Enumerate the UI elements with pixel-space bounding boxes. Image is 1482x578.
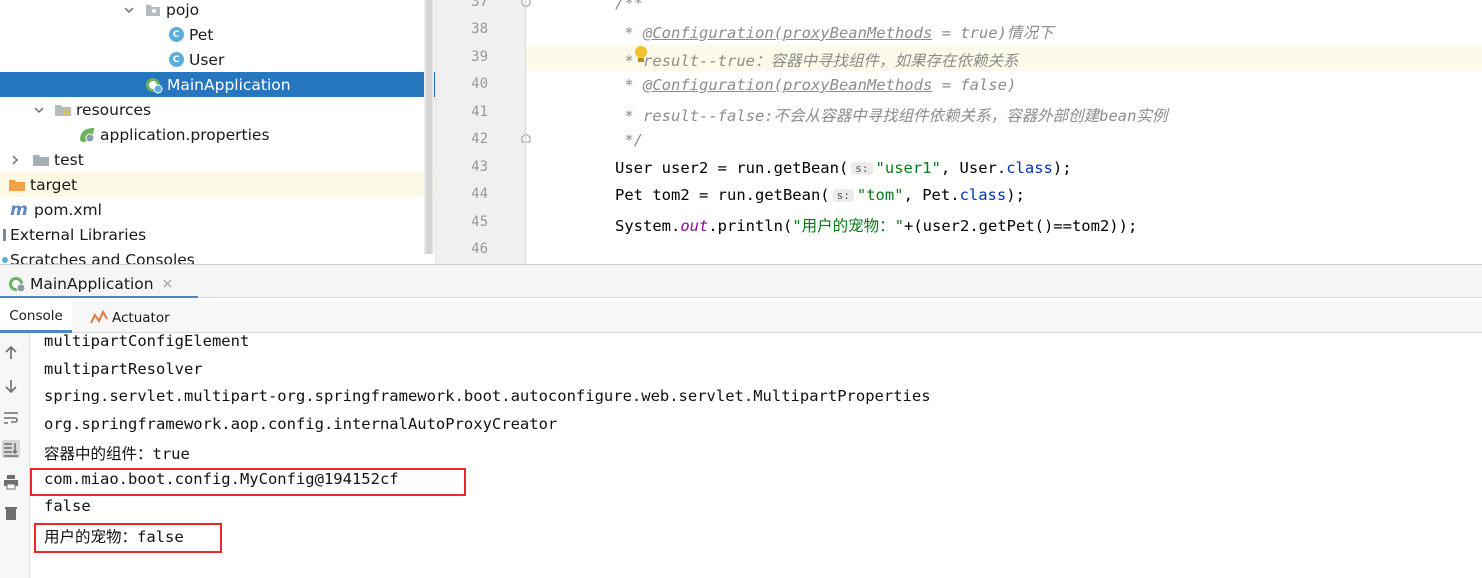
code-line: User user2 = run.getBean(s: "user1", User… bbox=[615, 159, 1072, 177]
tree-item-application-properties[interactable]: application.properties bbox=[0, 122, 435, 147]
run-tab-bar: MainApplication × bbox=[0, 265, 1482, 298]
folder-icon bbox=[32, 151, 50, 169]
line-number: 39 bbox=[471, 49, 488, 65]
console-output[interactable]: multipartConfigElement multipartResolver… bbox=[30, 332, 1482, 578]
package-icon bbox=[144, 1, 162, 19]
tree-item-label: pom.xml bbox=[34, 200, 102, 219]
console-line: multipartResolver bbox=[44, 360, 203, 378]
code-line: * result--false:不会从容器中寻找组件依赖关系，容器外部创建bea… bbox=[615, 107, 1168, 125]
tree-item-pet[interactable]: C Pet bbox=[0, 22, 435, 47]
libraries-icon bbox=[2, 226, 10, 244]
code-line: * result--true：容器中寻找组件，如果存在依赖关系 bbox=[615, 52, 1019, 70]
console-toolbar bbox=[0, 333, 30, 578]
console-line: org.springframework.aop.config.internalA… bbox=[44, 415, 558, 433]
actuator-icon bbox=[90, 309, 108, 327]
tree-item-pom-xml[interactable]: m pom.xml bbox=[0, 197, 435, 222]
tree-item-label: application.properties bbox=[100, 125, 270, 144]
annotation-box bbox=[30, 468, 466, 496]
print-icon[interactable] bbox=[2, 473, 20, 491]
tree-item-pojo[interactable]: pojo bbox=[0, 0, 435, 22]
annotation-box bbox=[34, 523, 222, 553]
maven-icon: m bbox=[10, 199, 28, 220]
tree-item-mainapplication[interactable]: MainApplication bbox=[0, 72, 435, 97]
line-number: 41 bbox=[471, 104, 488, 120]
class-icon: C bbox=[167, 51, 185, 69]
tree-item-label: Pet bbox=[189, 25, 214, 44]
line-number: 43 bbox=[471, 159, 488, 175]
code-line: * @Configuration(proxyBeanMethods = fals… bbox=[615, 76, 1017, 94]
tree-item-label: test bbox=[54, 150, 84, 169]
scroll-down-icon[interactable] bbox=[2, 377, 20, 395]
chevron-down-icon[interactable] bbox=[122, 3, 136, 17]
tab-console[interactable]: Console bbox=[0, 302, 72, 333]
trash-icon[interactable] bbox=[2, 504, 20, 522]
run-tab-mainapplication[interactable]: MainApplication × bbox=[8, 269, 173, 298]
line-number: 42 bbox=[471, 131, 488, 147]
tree-item-label: User bbox=[189, 50, 225, 69]
console-line: false bbox=[44, 497, 91, 515]
code-line: * @Configuration(proxyBeanMethods = true… bbox=[615, 24, 1054, 42]
console-subtab-bar: Console Actuator bbox=[0, 302, 1482, 333]
tab-actuator[interactable]: Actuator bbox=[90, 302, 170, 333]
soft-wrap-icon[interactable] bbox=[2, 409, 20, 427]
run-tool-window: MainApplication × Console Actuator multi… bbox=[0, 264, 1482, 578]
spring-boot-class-icon bbox=[145, 76, 163, 94]
scrollbar-thumb[interactable] bbox=[426, 0, 432, 254]
tree-scrollbar[interactable] bbox=[424, 0, 434, 254]
line-number: 37 bbox=[471, 0, 488, 10]
code-line: System.out.println("用户的宠物："+(user2.getPe… bbox=[615, 217, 1138, 235]
scroll-to-end-icon[interactable] bbox=[2, 440, 20, 458]
tree-item-target[interactable]: target bbox=[0, 172, 435, 197]
tree-item-user[interactable]: C User bbox=[0, 47, 435, 72]
spring-boot-run-icon bbox=[8, 275, 26, 293]
line-number: 40 bbox=[471, 76, 488, 92]
code-area[interactable]: /** * @Configuration(proxyBeanMethods = … bbox=[526, 0, 1482, 264]
spring-properties-icon bbox=[78, 126, 96, 144]
close-icon[interactable]: × bbox=[162, 276, 174, 292]
editor-gutter: 37 38 39 40 41 42 43 44 45 46 bbox=[436, 0, 531, 264]
scratches-icon bbox=[2, 251, 10, 265]
console-line: multipartConfigElement bbox=[44, 332, 250, 350]
active-tab-indicator bbox=[0, 296, 198, 298]
parameter-hint: s: bbox=[832, 189, 854, 202]
tree-item-label: pojo bbox=[166, 0, 200, 19]
line-number: 45 bbox=[471, 214, 488, 230]
class-icon: C bbox=[167, 26, 185, 44]
tree-item-label: resources bbox=[76, 100, 152, 119]
console-line: 容器中的组件：true bbox=[44, 445, 190, 463]
tree-item-scratches[interactable]: Scratches and Consoles bbox=[0, 247, 435, 264]
code-line: */ bbox=[615, 131, 643, 149]
tree-item-resources[interactable]: resources bbox=[0, 97, 435, 122]
line-number: 38 bbox=[471, 21, 488, 37]
code-editor[interactable]: 37 38 39 40 41 42 43 44 45 46 /** * @Con… bbox=[435, 0, 1482, 264]
line-number: 44 bbox=[471, 186, 488, 202]
tree-item-test[interactable]: test bbox=[0, 147, 435, 172]
chevron-right-icon[interactable] bbox=[8, 153, 22, 167]
parameter-hint: s: bbox=[851, 162, 873, 175]
tree-item-label: External Libraries bbox=[10, 225, 147, 244]
tree-item-label: MainApplication bbox=[167, 75, 291, 94]
excluded-folder-icon bbox=[8, 176, 26, 194]
run-tab-label: MainApplication bbox=[30, 274, 154, 293]
line-number: 46 bbox=[471, 241, 488, 257]
console-line: spring.servlet.multipart-org.springframe… bbox=[44, 387, 931, 405]
tree-item-label: Scratches and Consoles bbox=[10, 250, 195, 265]
code-line: /** bbox=[615, 0, 643, 12]
tree-item-label: target bbox=[30, 175, 78, 194]
scroll-up-icon[interactable] bbox=[2, 344, 20, 362]
resources-folder-icon bbox=[54, 101, 72, 119]
code-line: Pet tom2 = run.getBean(s: "tom", Pet.clas… bbox=[615, 186, 1025, 204]
tree-item-external-libraries[interactable]: External Libraries bbox=[0, 222, 435, 247]
project-tree: pojo C Pet C User MainApplication resour… bbox=[0, 0, 435, 264]
chevron-down-icon[interactable] bbox=[32, 103, 46, 117]
